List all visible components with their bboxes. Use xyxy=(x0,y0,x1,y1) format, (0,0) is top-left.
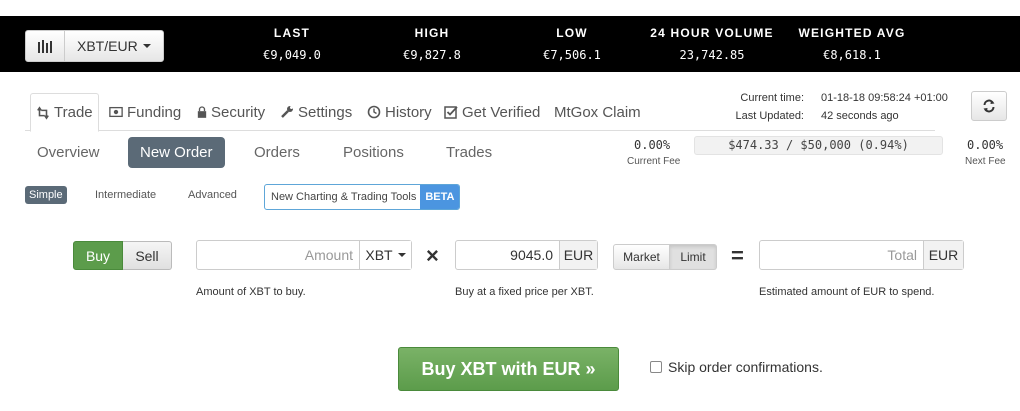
tab-label: Trade xyxy=(54,104,93,121)
tab-get-verified[interactable]: Get Verified xyxy=(444,93,540,131)
multiply-icon: × xyxy=(426,243,439,268)
stat-label: LOW xyxy=(556,26,588,40)
stat-label: LAST xyxy=(273,26,311,40)
bar-chart-icon xyxy=(38,39,52,53)
stat-weighted-avg: WEIGHTED AVG €8,618.1 xyxy=(797,26,907,62)
tab-security[interactable]: Security xyxy=(197,93,265,131)
chart-button[interactable] xyxy=(26,31,65,61)
sell-button[interactable]: Sell xyxy=(123,241,172,270)
current-fee-label: Current Fee xyxy=(627,156,681,167)
price-input[interactable] xyxy=(456,241,559,269)
stat-label: WEIGHTED AVG xyxy=(798,26,906,40)
mode-advanced[interactable]: Advanced xyxy=(188,186,237,204)
stat-value: €8,618.1 xyxy=(823,48,881,62)
last-updated-value: 42 seconds ago xyxy=(821,110,899,122)
stat-last: LAST €9,049.0 xyxy=(262,26,322,62)
caret-down-icon xyxy=(397,253,406,257)
amount-field: XBT xyxy=(196,240,412,270)
amount-currency-label: XBT xyxy=(365,247,393,263)
stat-label: 24 HOUR VOLUME xyxy=(650,26,774,40)
stat-label: HIGH xyxy=(414,26,450,40)
tab-label: Get Verified xyxy=(462,103,541,121)
total-help: Estimated amount of EUR to spend. xyxy=(759,286,935,298)
price-help: Buy at a fixed price per XBT. xyxy=(455,286,594,298)
subnav-orders[interactable]: Orders xyxy=(254,137,300,168)
stat-value: €9,049.0 xyxy=(263,48,321,62)
buy-button[interactable]: Buy xyxy=(73,241,123,270)
mode-simple[interactable]: Simple xyxy=(25,186,67,204)
total-input[interactable] xyxy=(760,241,923,269)
next-fee-value: 0.00% xyxy=(967,138,1004,152)
next-fee-label: Next Fee xyxy=(965,156,1006,167)
lock-icon xyxy=(197,106,207,118)
subnav-positions[interactable]: Positions xyxy=(343,137,404,168)
skip-checkbox[interactable] xyxy=(650,361,662,373)
volume-progress: $474.33 / $50,000 (0.94%) xyxy=(694,136,943,155)
limit-button[interactable]: Limit xyxy=(670,244,717,270)
order-type-toggle: Market Limit xyxy=(613,244,717,270)
stat-low: LOW €7,506.1 xyxy=(541,26,603,62)
time-values: 01-18-18 09:58:24 +01:00 42 seconds ago xyxy=(821,89,961,129)
equals-icon: = xyxy=(731,243,744,268)
side-toggle: Buy Sell xyxy=(73,241,172,270)
stat-volume: 24 HOUR VOLUME 23,742.85 xyxy=(648,26,776,62)
charting-tools-label: New Charting & Trading Tools xyxy=(271,191,417,203)
current-fee-value: 0.00% xyxy=(634,138,671,152)
stat-high: HIGH €9,827.8 xyxy=(401,26,463,62)
caret-down-icon xyxy=(142,44,151,48)
skip-confirmations[interactable]: Skip order confirmations. xyxy=(650,359,823,375)
clock-icon xyxy=(367,105,381,119)
refresh-icon xyxy=(983,99,995,113)
subnav-new-order[interactable]: New Order xyxy=(128,137,225,168)
tab-label: Settings xyxy=(298,103,353,121)
stat-value: 23,742.85 xyxy=(679,48,745,62)
money-icon xyxy=(109,106,123,118)
stat-value: €7,506.1 xyxy=(543,48,601,62)
beta-badge: BETA xyxy=(420,185,460,209)
refresh-button[interactable] xyxy=(971,91,1007,121)
market-button[interactable]: Market xyxy=(613,244,670,270)
mode-intermediate[interactable]: Intermediate xyxy=(95,186,156,204)
tab-settings[interactable]: Settings xyxy=(280,93,352,131)
tab-label: History xyxy=(385,103,432,121)
total-field: EUR xyxy=(759,240,964,270)
submit-order-button[interactable]: Buy XBT with EUR » xyxy=(398,347,619,391)
current-time-label: Current time: xyxy=(740,92,804,104)
stat-value: €9,827.8 xyxy=(403,48,461,62)
amount-help: Amount of XBT to buy. xyxy=(196,286,306,298)
amount-currency-dropdown[interactable]: XBT xyxy=(359,241,411,269)
tab-history[interactable]: History xyxy=(367,93,432,131)
check-square-icon xyxy=(444,106,458,119)
tab-label: Security xyxy=(211,103,266,121)
tab-mtgox-claim[interactable]: MtGox Claim xyxy=(554,93,641,131)
pair-selector: XBT/EUR xyxy=(25,30,164,62)
current-time-value: 01-18-18 09:58:24 +01:00 xyxy=(821,92,948,104)
amount-input[interactable] xyxy=(197,241,359,269)
tab-funding[interactable]: Funding xyxy=(109,93,181,131)
skip-label: Skip order confirmations. xyxy=(668,359,823,375)
subnav-overview[interactable]: Overview xyxy=(37,137,100,168)
total-currency: EUR xyxy=(923,241,963,269)
tab-label: MtGox Claim xyxy=(554,103,641,121)
subnav-trades[interactable]: Trades xyxy=(446,137,492,168)
charting-tools-link[interactable]: New Charting & Trading Tools BETA xyxy=(264,184,461,210)
price-currency: EUR xyxy=(559,241,597,269)
time-labels: Current time: Last Updated: xyxy=(646,89,805,129)
retweet-icon xyxy=(37,105,49,120)
price-field: EUR xyxy=(455,240,598,270)
last-updated-label: Last Updated: xyxy=(735,110,805,122)
pair-label: XBT/EUR xyxy=(77,38,138,54)
ticker-bar: XBT/EUR LAST €9,049.0 HIGH €9,827.8 LOW … xyxy=(0,16,1020,72)
wrench-icon xyxy=(281,106,293,118)
tab-trade[interactable]: Trade xyxy=(30,93,99,132)
tab-label: Funding xyxy=(127,103,182,121)
pair-dropdown[interactable]: XBT/EUR xyxy=(65,31,163,61)
